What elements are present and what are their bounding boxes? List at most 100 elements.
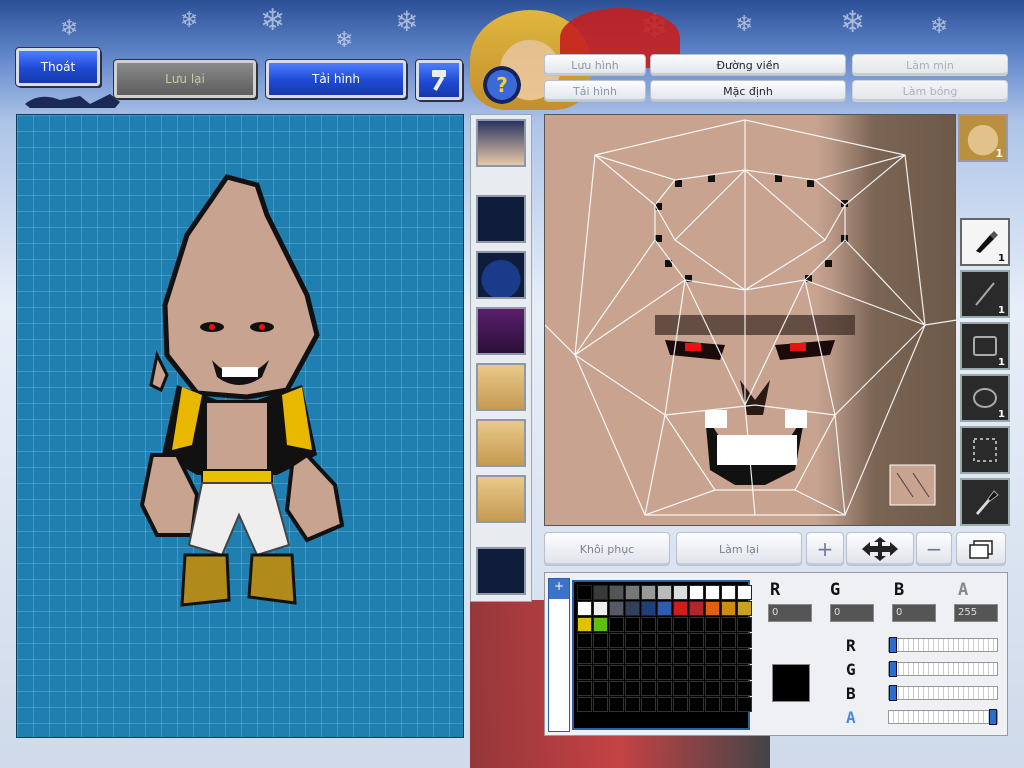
layer-button[interactable]	[956, 532, 1006, 566]
tab-outline[interactable]: Đường viền	[650, 54, 846, 76]
palette-swatch[interactable]	[721, 665, 736, 680]
palette-swatch[interactable]	[609, 601, 624, 616]
palette-swatch[interactable]	[673, 617, 688, 632]
palette-swatch[interactable]	[689, 617, 704, 632]
palette-swatch[interactable]	[609, 617, 624, 632]
alpha-slider[interactable]	[888, 709, 998, 725]
palette-swatch[interactable]	[641, 585, 656, 600]
palette-swatch[interactable]	[641, 665, 656, 680]
tool-ellipse[interactable]: 1	[960, 374, 1010, 422]
palette-swatch[interactable]	[641, 617, 656, 632]
palette-swatch[interactable]	[705, 649, 720, 664]
palette-swatch[interactable]	[593, 617, 608, 632]
tab-load-image[interactable]: Tải hình	[544, 80, 646, 102]
red-slider-knob[interactable]	[889, 637, 897, 653]
part-slot-face-3[interactable]	[476, 475, 526, 523]
scroll-up-icon[interactable]: +	[549, 579, 569, 599]
palette-swatch[interactable]	[737, 681, 752, 696]
palette-swatch[interactable]	[689, 697, 704, 712]
palette-swatch[interactable]	[657, 617, 672, 632]
palette-swatch[interactable]	[625, 601, 640, 616]
palette-swatch[interactable]	[577, 617, 592, 632]
palette-swatch[interactable]	[625, 585, 640, 600]
palette-swatch[interactable]	[625, 681, 640, 696]
palette-swatch[interactable]	[721, 697, 736, 712]
palette-swatch[interactable]	[657, 633, 672, 648]
palette-swatch[interactable]	[673, 681, 688, 696]
palette-swatch[interactable]	[737, 585, 752, 600]
palette-swatch[interactable]	[577, 633, 592, 648]
part-slot-empty[interactable]	[476, 547, 526, 595]
palette-swatch[interactable]	[625, 665, 640, 680]
palette-swatch[interactable]	[593, 665, 608, 680]
palette-swatch[interactable]	[641, 601, 656, 616]
palette-swatch[interactable]	[641, 681, 656, 696]
blue-slider-knob[interactable]	[889, 685, 897, 701]
hammer-button[interactable]	[415, 59, 463, 101]
palette-swatch[interactable]	[689, 601, 704, 616]
green-slider[interactable]	[888, 661, 998, 677]
palette-swatch[interactable]	[705, 681, 720, 696]
tool-rectangle[interactable]: 1	[960, 322, 1010, 370]
smooth-button[interactable]: Làm mịn	[852, 54, 1008, 76]
palette-swatch[interactable]	[609, 633, 624, 648]
blue-slider[interactable]	[888, 685, 998, 701]
palette-swatch[interactable]	[721, 681, 736, 696]
palette-swatch[interactable]	[625, 617, 640, 632]
palette-swatch[interactable]	[657, 649, 672, 664]
palette-swatch[interactable]	[689, 649, 704, 664]
exit-button[interactable]: Thoát	[15, 47, 101, 87]
palette-swatch[interactable]	[577, 697, 592, 712]
palette-swatch[interactable]	[673, 585, 688, 600]
palette-swatch[interactable]	[673, 649, 688, 664]
zoom-in-button[interactable]: +	[806, 532, 844, 566]
palette-swatch[interactable]	[625, 633, 640, 648]
tab-save-image[interactable]: Lưu hình	[544, 54, 646, 76]
part-slot-helmet[interactable]	[476, 251, 526, 299]
palette-swatch[interactable]	[577, 665, 592, 680]
palette-swatch[interactable]	[657, 601, 672, 616]
palette-swatch[interactable]	[705, 697, 720, 712]
palette-swatch[interactable]	[593, 601, 608, 616]
palette-swatch[interactable]	[609, 697, 624, 712]
palette-swatch[interactable]	[673, 633, 688, 648]
palette-grid[interactable]	[572, 580, 752, 730]
palette-swatch[interactable]	[705, 633, 720, 648]
texture-canvas[interactable]	[544, 114, 958, 526]
tool-selection[interactable]	[960, 426, 1010, 474]
part-slot-face-1[interactable]	[476, 363, 526, 411]
palette-swatch[interactable]	[593, 633, 608, 648]
palette-swatch[interactable]	[625, 649, 640, 664]
palette-swatch[interactable]	[721, 633, 736, 648]
palette-swatch[interactable]	[609, 649, 624, 664]
palette-swatch[interactable]	[705, 585, 720, 600]
save-button[interactable]: Lưu lại	[113, 59, 257, 99]
alpha-slider-knob[interactable]	[989, 709, 997, 725]
red-slider[interactable]	[888, 637, 998, 653]
palette-swatch[interactable]	[641, 633, 656, 648]
palette-swatch[interactable]	[689, 633, 704, 648]
palette-swatch[interactable]	[641, 649, 656, 664]
palette-swatch[interactable]	[577, 601, 592, 616]
face-thumbnail[interactable]: 1	[958, 114, 1008, 162]
tool-brush[interactable]: 1	[960, 218, 1010, 266]
palette-swatch[interactable]	[673, 697, 688, 712]
palette-swatch[interactable]	[737, 601, 752, 616]
palette-swatch[interactable]	[657, 697, 672, 712]
palette-swatch[interactable]	[577, 681, 592, 696]
part-slot-empty[interactable]	[476, 195, 526, 243]
palette-swatch[interactable]	[593, 649, 608, 664]
palette-scroll[interactable]: +	[548, 578, 570, 732]
palette-swatch[interactable]	[593, 681, 608, 696]
palette-swatch[interactable]	[721, 585, 736, 600]
palette-swatch[interactable]	[577, 649, 592, 664]
palette-swatch[interactable]	[721, 617, 736, 632]
palette-swatch[interactable]	[609, 585, 624, 600]
palette-swatch[interactable]	[737, 649, 752, 664]
model-preview-panel[interactable]	[16, 114, 464, 738]
palette-swatch[interactable]	[737, 633, 752, 648]
palette-swatch[interactable]	[737, 697, 752, 712]
palette-swatch[interactable]	[721, 601, 736, 616]
move-button[interactable]	[846, 532, 914, 566]
part-slot-face-2[interactable]	[476, 419, 526, 467]
